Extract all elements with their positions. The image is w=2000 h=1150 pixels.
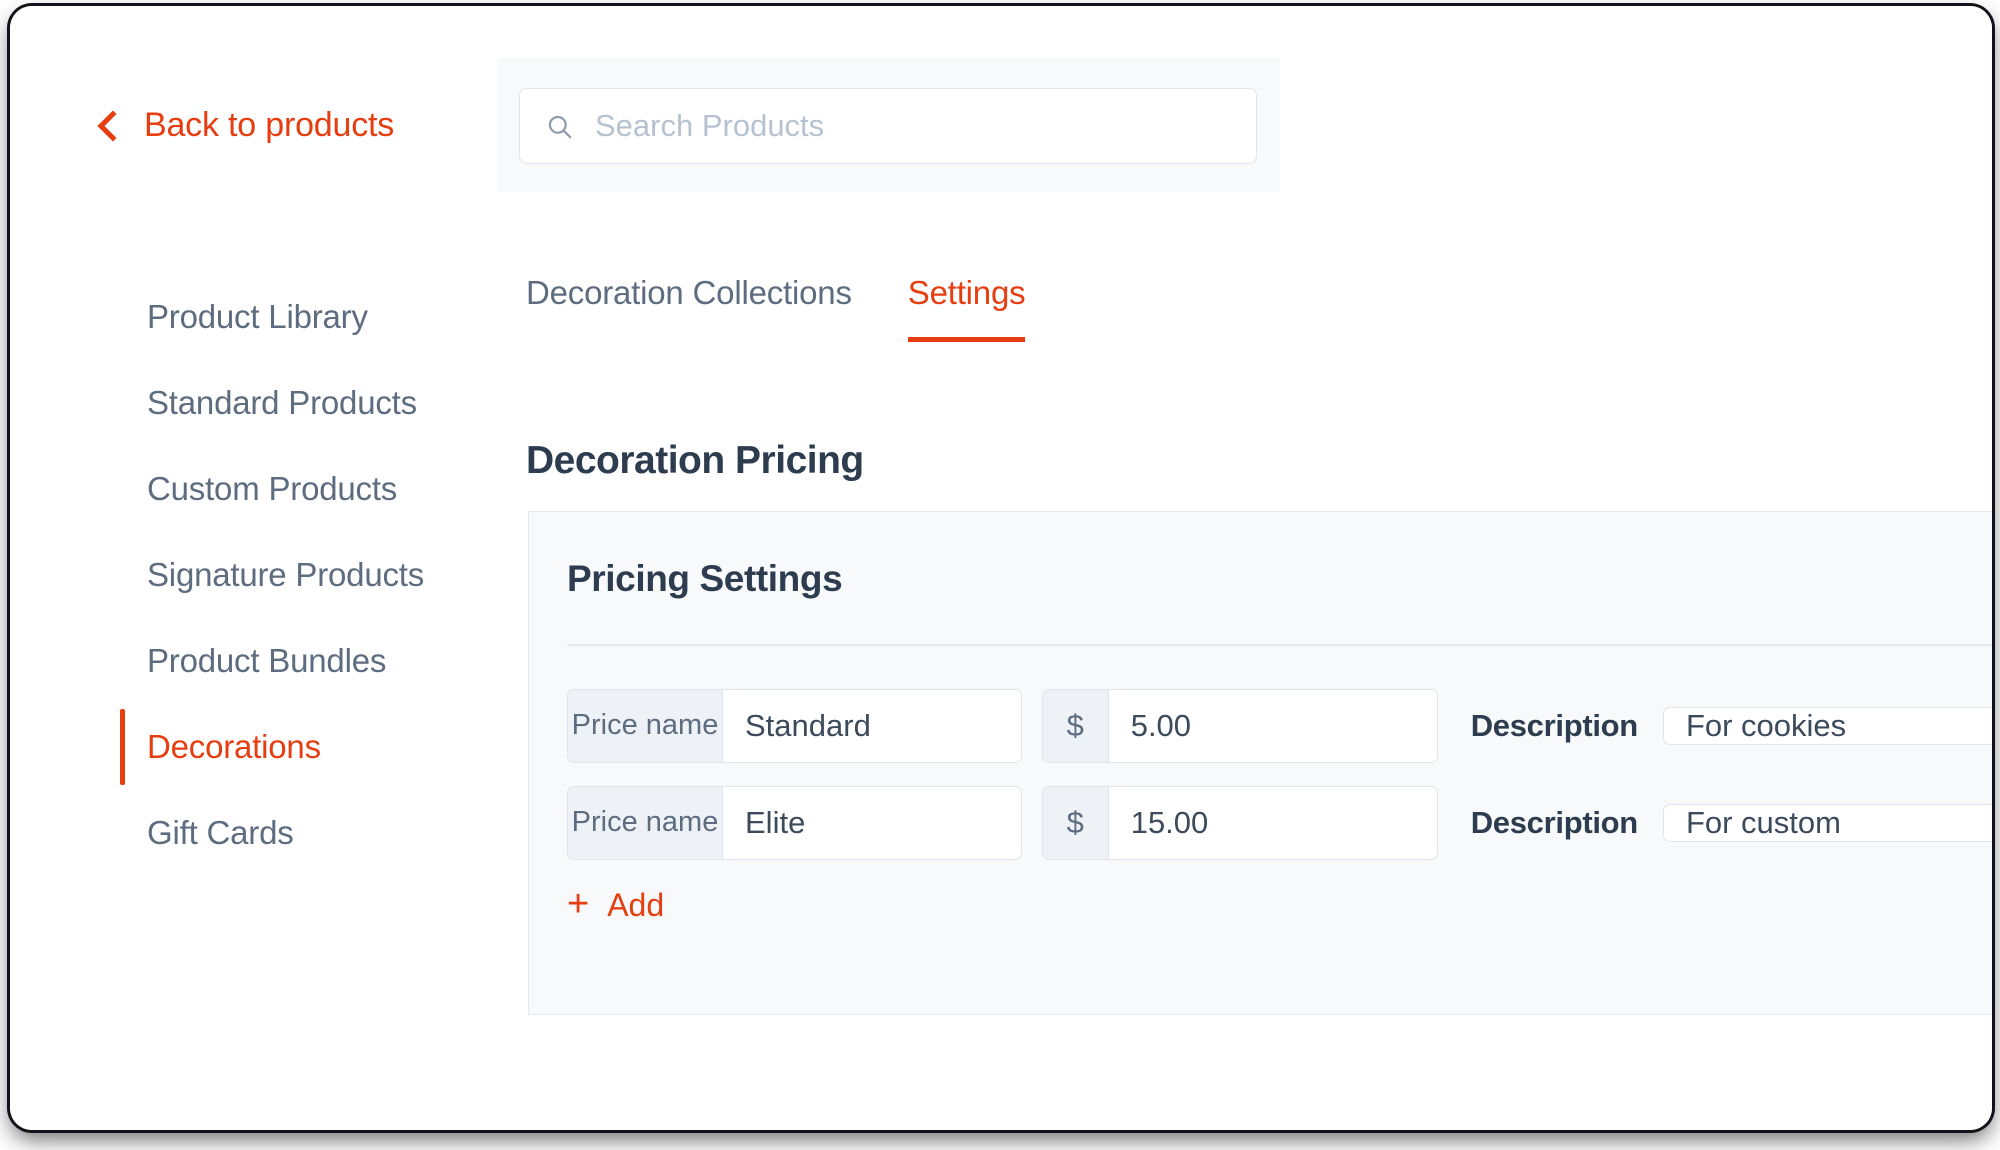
chevron-left-icon	[97, 110, 129, 142]
add-price-label: Add	[607, 887, 665, 923]
price-name-field: Price name	[567, 785, 1022, 860]
price-name-input[interactable]	[722, 688, 1022, 763]
search-box[interactable]	[519, 88, 1257, 164]
tab-settings[interactable]: Settings	[907, 274, 1026, 342]
tab-label: Decoration Collections	[526, 274, 852, 311]
price-amount-input[interactable]	[1107, 688, 1438, 763]
pricing-row: Price name $ Description	[567, 677, 1992, 774]
search-icon	[548, 115, 572, 138]
sidebar-item-label: Custom Products	[147, 470, 398, 507]
sidebar-item-custom-products[interactable]: Custom Products	[120, 446, 450, 532]
sidebar-item-label: Signature Products	[147, 556, 425, 593]
price-amount-field: $	[1041, 688, 1438, 763]
tab-label: Settings	[907, 274, 1026, 311]
card-title: Pricing Settings	[567, 558, 843, 599]
sidebar-item-gift-cards[interactable]: Gift Cards	[120, 790, 450, 876]
sidebar-item-product-bundles[interactable]: Product Bundles	[120, 618, 450, 704]
description-label: Description	[1470, 804, 1639, 840]
price-amount-input[interactable]	[1107, 785, 1438, 860]
price-amount-field: $	[1041, 785, 1438, 860]
sidebar-item-label: Standard Products	[147, 384, 417, 421]
app-window: Back to products Product Library Standar…	[10, 6, 1992, 1130]
pricing-settings-card: Pricing Settings Price name $ Descriptio…	[528, 511, 1992, 1015]
app-viewport: Back to products Product Library Standar…	[10, 6, 1992, 1130]
sidebar-item-decorations[interactable]: Decorations	[120, 704, 450, 790]
pricing-rows: Price name $ Description Price name	[567, 677, 1992, 871]
back-to-products-label: Back to products	[144, 106, 395, 144]
currency-icon: $	[1041, 688, 1108, 763]
plus-icon: +	[567, 883, 590, 925]
card-divider	[567, 644, 1992, 646]
search-bar-container	[497, 58, 1280, 192]
currency-icon: $	[1041, 785, 1108, 860]
add-price-button[interactable]: + Add	[567, 883, 665, 925]
tab-decoration-collections[interactable]: Decoration Collections	[526, 274, 852, 342]
description-input[interactable]	[1662, 803, 1992, 842]
sidebar-item-standard-products[interactable]: Standard Products	[120, 360, 450, 446]
description-label: Description	[1470, 707, 1639, 743]
product-sidebar: Product Library Standard Products Custom…	[120, 274, 450, 876]
sidebar-item-label: Product Bundles	[147, 642, 387, 679]
sidebar-item-label: Product Library	[147, 298, 368, 335]
page-title: Decoration Pricing	[526, 439, 864, 483]
settings-tabs: Decoration Collections Settings	[526, 274, 1026, 342]
sidebar-item-signature-products[interactable]: Signature Products	[120, 532, 450, 618]
price-name-affix: Price name	[567, 785, 722, 860]
price-name-field: Price name	[567, 688, 1022, 763]
sidebar-item-label: Decorations	[147, 728, 321, 765]
pricing-row: Price name $ Description	[567, 774, 1992, 871]
price-name-input[interactable]	[722, 785, 1022, 860]
sidebar-item-label: Gift Cards	[147, 814, 294, 851]
description-input[interactable]	[1662, 706, 1992, 745]
search-input[interactable]	[595, 108, 1215, 144]
back-to-products-link[interactable]: Back to products	[97, 106, 395, 145]
sidebar-item-product-library[interactable]: Product Library	[120, 274, 450, 360]
price-name-affix: Price name	[567, 688, 722, 763]
